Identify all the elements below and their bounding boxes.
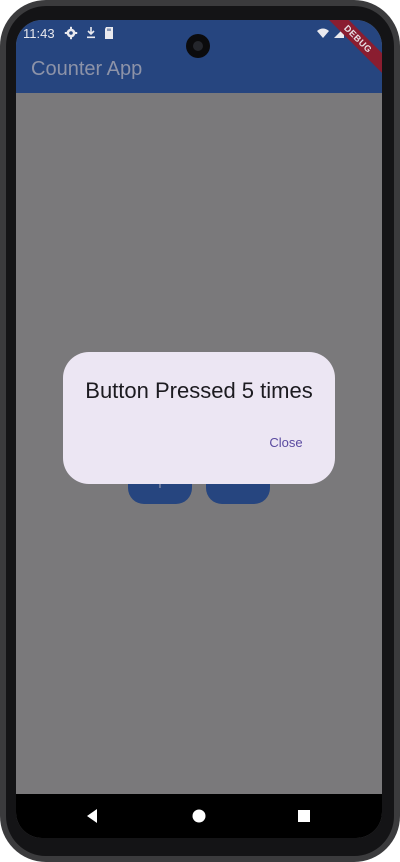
camera-cutout <box>186 34 210 58</box>
camera-lens <box>193 41 203 51</box>
sd-card-icon <box>105 27 113 39</box>
close-button[interactable]: Close <box>259 430 313 454</box>
app-bar: 11:43 Counter App DEBUG <box>16 20 382 93</box>
status-time: 11:43 <box>23 26 55 41</box>
dialog-message: Button Pressed 5 times <box>85 378 313 403</box>
screen: 11:43 Counter App DEBUG + − Button Press… <box>16 20 382 838</box>
system-nav-bar <box>16 794 382 838</box>
phone-frame: 11:43 Counter App DEBUG + − Button Press… <box>0 0 400 862</box>
settings-icon <box>64 26 78 40</box>
home-icon[interactable] <box>188 805 210 827</box>
wifi-icon <box>317 28 329 38</box>
download-icon <box>87 27 95 39</box>
back-icon[interactable] <box>81 805 103 827</box>
app-title: Counter App <box>31 58 143 80</box>
recents-icon[interactable] <box>293 805 315 827</box>
phone-bezel: 11:43 Counter App DEBUG + − Button Press… <box>6 6 394 856</box>
alert-dialog: Button Pressed 5 times Close <box>63 352 335 484</box>
